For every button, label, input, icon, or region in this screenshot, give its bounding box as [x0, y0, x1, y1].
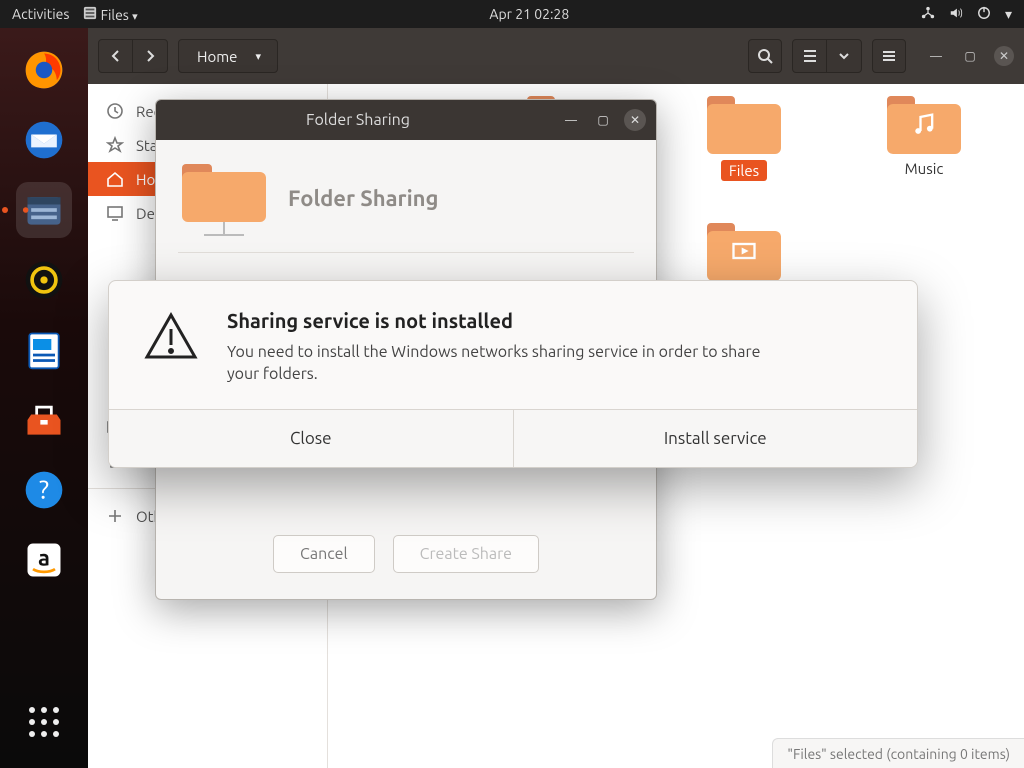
search-button[interactable]	[748, 39, 782, 73]
app-menu-files[interactable]: Files	[83, 6, 137, 23]
dock-app-firefox[interactable]	[16, 42, 72, 98]
view-switcher	[792, 39, 862, 73]
nav-back-forward	[98, 39, 168, 73]
dialog-title: Folder Sharing	[166, 111, 550, 129]
path-bar[interactable]: Home ▾	[178, 39, 278, 73]
music-icon	[910, 110, 938, 138]
alert-message: You need to install the Windows networks…	[227, 342, 787, 385]
svg-text:?: ?	[39, 474, 49, 503]
view-options-button[interactable]	[827, 40, 861, 72]
clock[interactable]: Apr 21 02:28	[489, 6, 569, 22]
dialog-heading: Folder Sharing	[288, 186, 630, 211]
warning-icon	[143, 309, 199, 385]
folder-label: Files	[721, 160, 767, 181]
folder-music[interactable]: Music	[864, 94, 984, 177]
power-icon[interactable]	[977, 6, 991, 23]
volume-icon[interactable]	[949, 6, 963, 23]
home-icon	[106, 170, 124, 188]
window-minimize-button[interactable]: —	[926, 46, 946, 66]
window-close-button[interactable]: ✕	[994, 46, 1014, 66]
clock-icon	[106, 102, 124, 120]
nautilus-headerbar: Home ▾ — ▢ ✕	[88, 28, 1024, 84]
dock-app-help[interactable]: ?	[16, 462, 72, 518]
folder-label: Music	[905, 160, 944, 177]
view-list-button[interactable]	[793, 40, 827, 72]
dock-app-ubuntu-software[interactable]	[16, 392, 72, 448]
network-folder-icon	[182, 162, 266, 234]
dialog-titlebar[interactable]: Folder Sharing — ▢ ✕	[156, 100, 656, 140]
hamburger-menu-button[interactable]	[872, 39, 906, 73]
dialog-close-button[interactable]: ✕	[624, 109, 646, 131]
plus-icon	[106, 507, 124, 525]
ubuntu-dock: ? a	[0, 28, 88, 768]
system-menu-chevron-icon[interactable]: ▾	[1005, 6, 1012, 23]
nav-back-button[interactable]	[99, 40, 133, 72]
svg-text:a: a	[38, 546, 50, 571]
dialog-maximize-button[interactable]: ▢	[592, 109, 614, 131]
folder-files[interactable]: Files	[684, 94, 804, 181]
dock-app-libreoffice-writer[interactable]	[16, 322, 72, 378]
dock-app-files[interactable]	[16, 182, 72, 238]
network-icon[interactable]	[921, 6, 935, 23]
dialog-minimize-button[interactable]: —	[560, 109, 582, 131]
star-icon	[106, 136, 124, 154]
activities-button[interactable]: Activities	[12, 6, 69, 22]
files-app-icon	[83, 6, 97, 20]
dock-app-amazon[interactable]: a	[16, 532, 72, 588]
create-share-button[interactable]: Create Share	[393, 535, 539, 573]
dock-app-thunderbird[interactable]	[16, 112, 72, 168]
alert-close-button[interactable]: Close	[109, 410, 514, 467]
alert-title: Sharing service is not installed	[227, 309, 787, 332]
window-maximize-button[interactable]: ▢	[960, 46, 980, 66]
alert-install-service-button[interactable]: Install service	[514, 410, 918, 467]
dock-app-rhythmbox[interactable]	[16, 252, 72, 308]
video-icon	[730, 237, 758, 265]
sharing-service-alert: Sharing service is not installed You nee…	[108, 280, 918, 468]
desktop-icon	[106, 204, 124, 222]
nautilus-statusbar: "Files" selected (containing 0 items)	[772, 738, 1024, 768]
cancel-button[interactable]: Cancel	[273, 535, 375, 573]
path-label: Home	[197, 48, 237, 65]
nav-forward-button[interactable]	[133, 40, 167, 72]
gnome-top-panel: Activities Files Apr 21 02:28 ▾	[0, 0, 1024, 28]
path-chevron-icon: ▾	[255, 50, 261, 63]
dock-show-applications[interactable]	[16, 694, 72, 750]
